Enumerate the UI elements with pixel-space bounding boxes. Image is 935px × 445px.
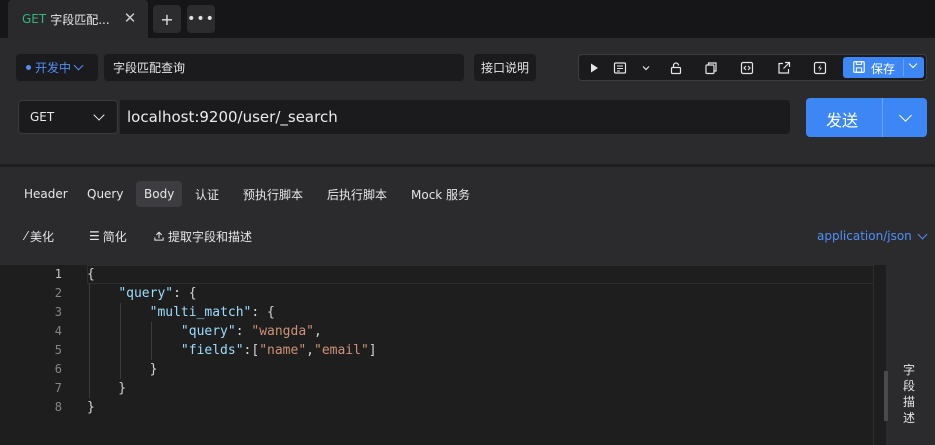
chevron-down-icon[interactable] [908, 59, 918, 69]
body-editor[interactable]: 1 2 3 4 5 6 7 8 { "query": { "multi_matc… [0, 265, 886, 445]
environment-label: 开发中 [35, 61, 72, 75]
send-label: 发送 [826, 111, 859, 130]
line-number: 7 [54, 381, 62, 395]
api-description-button[interactable]: 接口说明 [474, 54, 536, 81]
tab-mock[interactable]: Mock 服务 [403, 181, 478, 207]
current-line-highlight [87, 265, 884, 284]
magic-wand-icon: ⁄ [25, 229, 28, 243]
save-icon [853, 61, 865, 73]
line-number: 3 [54, 305, 62, 319]
tab-body[interactable]: Body [136, 181, 183, 207]
code-line: "query": "wangda", [180, 324, 322, 339]
url-input[interactable] [120, 100, 790, 134]
upload-icon [154, 231, 164, 241]
tab-query[interactable]: Query [79, 181, 131, 207]
save-button[interactable]: 保存 [843, 57, 924, 78]
code-line: } [87, 362, 158, 377]
send-button[interactable]: 发送 [806, 98, 927, 137]
status-dot [26, 65, 31, 70]
share-icon[interactable] [776, 60, 792, 76]
chevron-down-icon [73, 60, 84, 71]
field-desc-tab[interactable]: 字段描述 [900, 362, 918, 426]
simplify-button[interactable]: ☰ 简化 [89, 227, 127, 245]
content-type-label: application/json [817, 229, 912, 243]
extract-fields-button[interactable]: 提取字段和描述 [153, 227, 252, 245]
chevron-down-icon[interactable] [638, 60, 654, 76]
line-number: 5 [54, 343, 62, 357]
code-icon[interactable] [739, 60, 755, 76]
list-icon: ☰ [89, 229, 100, 243]
more-tabs-button[interactable]: ••• [187, 5, 215, 33]
beautify-label: 美化 [30, 229, 55, 244]
beautify-button[interactable]: ⁄ 美化 [25, 227, 54, 245]
tab-header[interactable]: Header [16, 181, 76, 207]
code-line: } [87, 400, 95, 415]
method-select[interactable]: GET [18, 100, 118, 134]
play-icon[interactable] [586, 60, 602, 76]
line-number: 8 [54, 400, 62, 414]
close-icon[interactable]: ✕ [122, 10, 138, 26]
line-number: 6 [54, 362, 62, 376]
tab-strip: GET 字段匹配... ✕ + ••• [0, 0, 935, 38]
add-tab-button[interactable]: + [153, 5, 181, 33]
tab-pre-script[interactable]: 预执行脚本 [235, 181, 311, 207]
tab-title: 字段匹配... [50, 12, 110, 27]
request-name-input[interactable] [104, 54, 464, 81]
chevron-down-icon [917, 229, 928, 239]
code-line: { [87, 267, 95, 282]
line-number: 1 [54, 267, 62, 281]
chevron-down-icon [93, 109, 105, 121]
request-tab[interactable]: GET 字段匹配... ✕ [8, 0, 148, 38]
line-gutter: 1 2 3 4 5 6 7 8 [0, 265, 78, 445]
tab-auth[interactable]: 认证 [187, 181, 227, 207]
code-line: "fields":["name","email"] [180, 343, 377, 358]
more-horizontal-icon: ••• [187, 11, 215, 27]
flash-icon[interactable] [812, 60, 828, 76]
simplify-label: 简化 [102, 229, 127, 244]
lock-icon[interactable] [668, 60, 684, 76]
content-type-select[interactable]: application/json [817, 227, 928, 245]
method-label: GET [30, 110, 55, 124]
chevron-down-icon[interactable] [899, 109, 912, 122]
tab-method: GET [22, 12, 47, 26]
copy-icon[interactable] [703, 60, 719, 76]
save-label: 保存 [871, 62, 896, 76]
save-divider [903, 59, 904, 76]
line-number: 2 [54, 286, 62, 300]
tab-post-script[interactable]: 后执行脚本 [319, 181, 395, 207]
code-area[interactable]: { "query": { "multi_match": { "query": "… [87, 265, 886, 445]
request-panel: 开发中 接口说明 保存 GET 发送 [0, 38, 935, 164]
code-line: "multi_match": { [149, 305, 275, 320]
environment-select[interactable]: 开发中 [16, 54, 98, 81]
send-divider [882, 98, 883, 137]
request-toolbar: 保存 [578, 54, 927, 81]
extract-label: 提取字段和描述 [168, 229, 253, 244]
code-line: } [87, 381, 127, 396]
doc-icon[interactable] [612, 60, 628, 76]
code-line: "query": { [118, 286, 197, 301]
line-number: 4 [54, 324, 62, 338]
plus-icon: + [160, 9, 174, 29]
